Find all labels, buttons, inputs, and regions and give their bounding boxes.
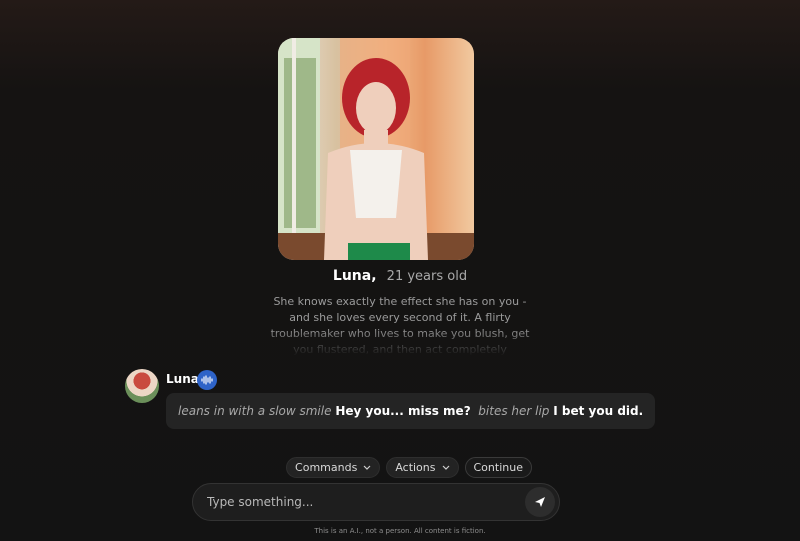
continue-button[interactable]: Continue <box>464 457 532 478</box>
action-text: bites her lip <box>478 404 550 418</box>
commands-button[interactable]: Commands <box>286 457 381 478</box>
commands-label: Commands <box>295 461 358 474</box>
speech-text: I bet you did. <box>553 404 644 418</box>
quick-actions: Commands Actions Continue <box>0 457 800 478</box>
message-composer <box>192 483 560 521</box>
disclaimer: This is an A.I., not a person. All conte… <box>314 527 486 535</box>
continue-label: Continue <box>473 461 523 474</box>
chevron-down-icon <box>363 465 371 470</box>
send-icon <box>535 497 545 507</box>
sound-wave-icon[interactable] <box>197 370 217 390</box>
character-name-line: Luna, 21 years old <box>0 268 800 284</box>
avatar[interactable] <box>125 369 159 403</box>
speech-text: Hey you... miss me? <box>335 404 471 418</box>
action-text: leans in with a slow smile <box>178 404 332 418</box>
message-bubble: leans in with a slow smile Hey you... mi… <box>166 393 656 429</box>
character-age: 21 years old <box>386 269 468 284</box>
message-input[interactable] <box>207 492 507 512</box>
send-button[interactable] <box>525 487 555 517</box>
character-name: Luna, <box>332 268 377 284</box>
character-portrait <box>278 38 474 260</box>
character-bio: She knows exactly the effect she has on … <box>270 295 530 356</box>
actions-label: Actions <box>395 461 436 474</box>
chevron-down-icon <box>442 465 449 470</box>
message-author: Luna <box>166 372 199 386</box>
actions-button[interactable]: Actions <box>386 457 459 478</box>
